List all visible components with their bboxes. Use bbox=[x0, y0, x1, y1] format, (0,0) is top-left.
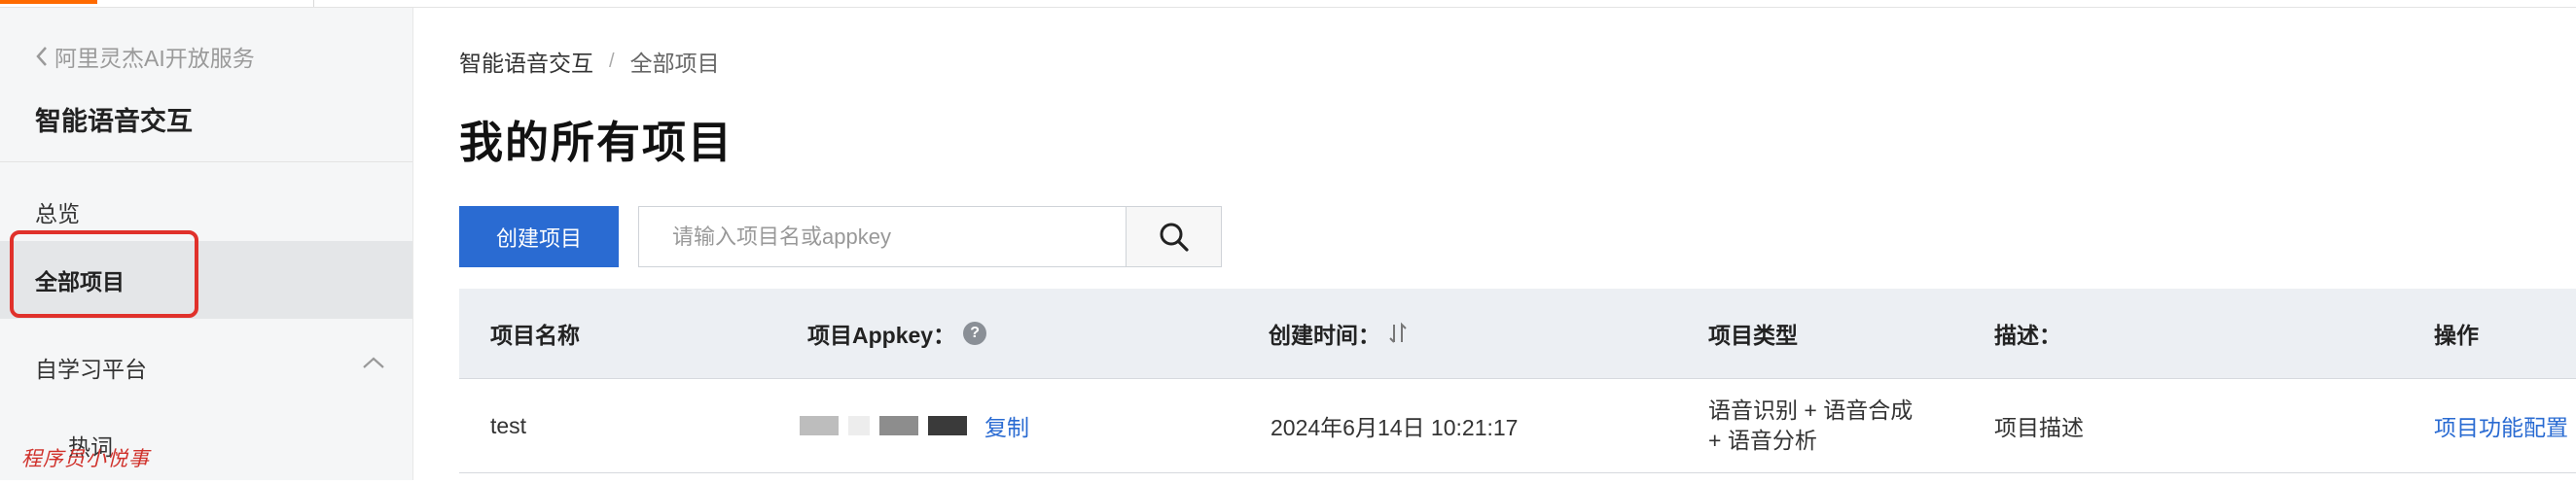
header-created-time[interactable]: 创建时间： bbox=[1269, 289, 1408, 378]
search-input[interactable] bbox=[638, 206, 1127, 267]
sort-icon[interactable] bbox=[1388, 322, 1408, 345]
top-bar-accent bbox=[0, 0, 97, 4]
top-bar-divider bbox=[313, 0, 314, 7]
top-bar bbox=[0, 0, 2576, 8]
back-link[interactable]: 阿里灵杰AI开放服务 bbox=[35, 40, 255, 73]
breadcrumb-root[interactable]: 智能语音交互 bbox=[459, 45, 593, 78]
sidebar: 阿里灵杰AI开放服务 智能语音交互 总览 全部项目 自学习平台 热词 程序员小悦… bbox=[0, 8, 413, 480]
project-type-line: + 语音分析 bbox=[1708, 428, 1817, 453]
project-config-link[interactable]: 项目功能配置 bbox=[2434, 379, 2568, 472]
sidebar-item-self-learning[interactable]: 自学习平台 bbox=[0, 328, 412, 406]
header-label: 项目名称 bbox=[490, 323, 580, 348]
appkey-redacted bbox=[800, 416, 977, 435]
cell-project-type: 语音识别 + 语音合成 + 语音分析 bbox=[1708, 379, 1942, 472]
table-header: 项目名称 项目Appkey： ? 创建时间： 项目类型 描述： 操作 bbox=[459, 289, 2576, 379]
product-title: 智能语音交互 bbox=[35, 107, 193, 136]
table-row: test 复制 2024年6月14日 10:21:17 语音识别 + 语音合成 … bbox=[459, 379, 2576, 473]
watermark: 程序员小悦事 bbox=[21, 447, 150, 470]
cell-appkey: 复制 bbox=[800, 379, 1029, 472]
search-icon bbox=[1160, 223, 1189, 252]
header-operations: 操作 bbox=[2434, 289, 2479, 378]
annotation-highlight-box bbox=[10, 230, 198, 318]
breadcrumb-current: 全部项目 bbox=[629, 51, 720, 76]
back-link-label: 阿里灵杰AI开放服务 bbox=[54, 46, 255, 71]
search-button[interactable] bbox=[1126, 206, 1222, 267]
page-title: 我的所有项目 bbox=[459, 118, 734, 167]
create-project-button[interactable]: 创建项目 bbox=[459, 206, 619, 267]
header-description: 描述： bbox=[1994, 289, 2061, 378]
help-icon[interactable]: ? bbox=[963, 322, 987, 345]
cell-created-time: 2024年6月14日 10:21:17 bbox=[1270, 415, 1519, 440]
header-project-name: 项目名称 bbox=[490, 289, 580, 378]
breadcrumb: 智能语音交互 / 全部项目 bbox=[459, 45, 720, 78]
sidebar-item-label: 自学习平台 bbox=[35, 357, 147, 382]
header-label: 项目Appkey： bbox=[807, 323, 956, 348]
chevron-left-icon bbox=[36, 47, 47, 66]
copy-appkey-link[interactable]: 复制 bbox=[984, 409, 1029, 442]
header-label: 操作 bbox=[2434, 323, 2479, 348]
project-type-line: 语音识别 + 语音合成 bbox=[1708, 398, 1914, 423]
breadcrumb-separator: / bbox=[609, 50, 615, 72]
chevron-up-icon[interactable] bbox=[362, 356, 385, 369]
header-project-type: 项目类型 bbox=[1708, 289, 1798, 378]
header-appkey: 项目Appkey： ? bbox=[807, 289, 987, 378]
header-label: 描述： bbox=[1994, 323, 2061, 348]
header-label: 项目类型 bbox=[1708, 323, 1798, 348]
cell-project-name: test bbox=[490, 412, 527, 438]
header-label: 创建时间： bbox=[1269, 323, 1380, 348]
sidebar-divider bbox=[0, 161, 412, 162]
cell-description: 项目描述 bbox=[1994, 415, 2084, 440]
sidebar-item-label: 总览 bbox=[35, 201, 80, 226]
